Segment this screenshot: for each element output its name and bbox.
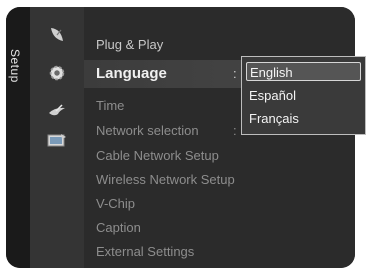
language-dropdown[interactable]: English Español Français	[241, 56, 366, 135]
menu-item-v-chip[interactable]: V-Chip	[96, 194, 135, 214]
satellite-dish-icon[interactable]	[47, 25, 67, 45]
menu-item-network-selection[interactable]: Network selection	[96, 121, 199, 141]
setup-menu-panel: Setup Plug & Play Language: Time Networ…	[6, 7, 355, 268]
gear-icon[interactable]	[47, 63, 67, 83]
language-separator: :	[233, 66, 237, 81]
menu-item-plug-and-play[interactable]: Plug & Play	[96, 35, 163, 55]
menu-item-time[interactable]: Time	[96, 96, 124, 116]
category-tab: Setup	[6, 7, 30, 268]
bird-icon[interactable]	[47, 102, 67, 122]
language-option-espanol[interactable]: Español	[246, 86, 361, 105]
menu-content: Plug & Play Language : Time Network sele…	[84, 7, 355, 268]
menu-item-wireless-network-setup[interactable]: Wireless Network Setup	[96, 170, 235, 190]
category-icon-column	[30, 7, 84, 268]
menu-item-caption[interactable]: Caption	[96, 218, 141, 238]
network-separator: :	[233, 123, 237, 138]
menu-item-external-settings[interactable]: External Settings	[96, 242, 194, 262]
tv-screen-icon[interactable]	[47, 131, 67, 151]
language-option-francais[interactable]: Français	[246, 109, 361, 128]
language-option-english[interactable]: English	[246, 62, 361, 81]
category-label: Setup	[8, 49, 22, 83]
menu-item-language[interactable]: Language	[96, 60, 167, 88]
menu-item-cable-network-setup[interactable]: Cable Network Setup	[96, 146, 219, 166]
